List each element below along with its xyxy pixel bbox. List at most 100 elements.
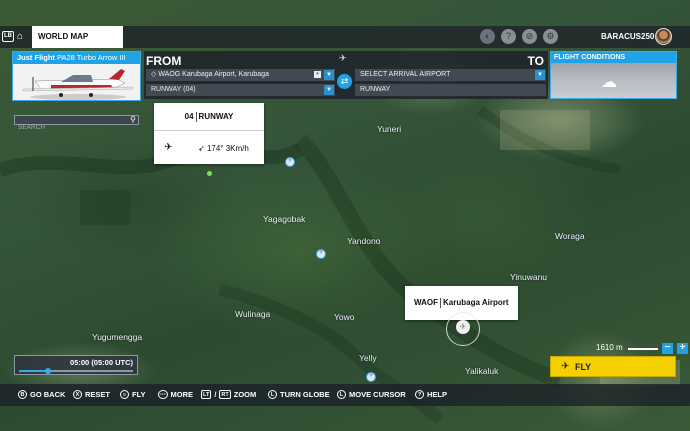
gear-icon[interactable]: ⚙ xyxy=(543,29,558,44)
hint-more[interactable]: ⋯ MORE xyxy=(158,390,193,399)
hint-help[interactable]: ? HELP xyxy=(415,390,447,399)
hint-label: FLY xyxy=(132,390,146,399)
place-label-yelly: Yelly xyxy=(359,353,377,363)
help-button-icon: ? xyxy=(415,390,424,399)
runway-title: 04 RUNWAY xyxy=(154,103,264,131)
map-cursor[interactable]: ✈ xyxy=(446,312,480,346)
hint-go-back[interactable]: B GO BACK xyxy=(18,390,65,399)
plane-icon: ✈ xyxy=(561,361,570,372)
fly-button[interactable]: ✈ FLY xyxy=(550,356,676,377)
hint-label: RESET xyxy=(85,390,111,399)
chevron-down-icon[interactable]: ▼ xyxy=(324,70,334,80)
cancel-icon[interactable]: ⊘ xyxy=(522,29,537,44)
departure-marker-icon xyxy=(207,171,212,176)
departure-airport-select[interactable]: ◇ WAOG Karubaga Airport, Karubaga ★ ▼ xyxy=(146,69,335,81)
runway-number: 04 xyxy=(184,112,194,121)
top-icons: ◐ ? ⊘ ⚙ xyxy=(480,29,558,45)
hint-turn-globe[interactable]: L TURN GLOBE xyxy=(268,390,330,399)
hint-fly[interactable]: ≡ FLY xyxy=(120,390,145,399)
hint-label: ZOOM xyxy=(233,390,257,399)
from-label: FROM xyxy=(146,54,182,68)
arrival-airport-select[interactable]: SELECT ARRIVAL AIRPORT ▼ xyxy=(355,69,546,81)
rt-trigger-icon: RT xyxy=(219,390,231,399)
left-stick-icon: L xyxy=(337,390,346,399)
search-icon[interactable]: ⚲ xyxy=(130,115,136,124)
place-label-yuneri: Yuneri xyxy=(377,124,402,134)
time-slider[interactable] xyxy=(19,368,133,374)
airport-pin-icon[interactable]: ✈ xyxy=(285,157,295,167)
view-button-icon: ⋯ xyxy=(158,390,168,399)
plane-icon: ✈ xyxy=(339,53,347,63)
place-label-yalikaluk: Yalikaluk xyxy=(465,366,499,376)
runway-label: RUNWAY xyxy=(198,112,234,121)
airport-pin-icon[interactable]: ✈ xyxy=(366,372,376,382)
flight-conditions-title: FLIGHT CONDITIONS xyxy=(551,52,676,63)
fly-button-label: FLY xyxy=(575,362,592,372)
departure-runway-select[interactable]: RUNWAY (04) ▼ xyxy=(146,84,335,96)
help-icon[interactable]: ? xyxy=(501,29,516,44)
flight-conditions-card[interactable]: FLIGHT CONDITIONS ☁ xyxy=(550,51,677,99)
b-button-icon: B xyxy=(18,390,27,399)
lt-trigger-icon: LT xyxy=(201,390,212,399)
globe-icon[interactable]: ◐ xyxy=(480,29,495,44)
place-label-yowo: Yowo xyxy=(334,312,355,322)
airport-cursor-icon: ✈ xyxy=(456,320,470,334)
hint-slash: / xyxy=(214,390,217,399)
hint-reset[interactable]: X RESET xyxy=(73,390,110,399)
search-box[interactable]: ⚲ xyxy=(14,115,139,132)
place-label-yinuwanu: Yinuwanu xyxy=(510,272,548,282)
hint-zoom[interactable]: LT / RT ZOOM xyxy=(201,390,256,399)
hint-label: HELP xyxy=(427,390,448,399)
aircraft-title: Just Flight PA28 Turbo Arrow III xyxy=(13,52,140,64)
time-panel[interactable]: 05:00 (05:00 UTC) xyxy=(14,355,138,375)
map-scale-bar xyxy=(628,348,658,350)
aircraft-image-icon xyxy=(22,69,134,100)
wind-readout: ➶ 174° 3Km/h xyxy=(198,144,249,153)
zoom-in-button[interactable]: + xyxy=(677,343,688,354)
airport-pin-icon[interactable]: ✈ xyxy=(316,249,326,259)
place-label-wulinaga: Wulinaga xyxy=(235,309,271,319)
menu-button-icon: ≡ xyxy=(120,390,129,399)
place-label-yagagobak: Yagagobak xyxy=(263,214,306,224)
wind-value: 174° 3Km/h xyxy=(206,144,249,153)
hint-move-cursor[interactable]: L MOVE CURSOR xyxy=(337,390,406,399)
zoom-out-button[interactable]: − xyxy=(662,343,673,354)
route-panel: FROM ✈ TO ◇ WAOG Karubaga Airport, Karub… xyxy=(144,51,548,99)
lb-button-icon[interactable]: LB xyxy=(2,31,14,42)
place-label-woraga: Woraga xyxy=(555,231,585,241)
place-label-yugumengga: Yugumengga xyxy=(92,332,143,342)
arrival-runway-value: RUNWAY xyxy=(360,86,391,93)
arrival-runway-select[interactable]: RUNWAY xyxy=(355,84,546,96)
hint-label: MORE xyxy=(170,390,194,399)
takeoff-plane-icon: ✈ xyxy=(164,142,173,153)
map-scale-label: 1610 m xyxy=(596,343,623,352)
avatar[interactable] xyxy=(655,28,672,45)
hint-label: GO BACK xyxy=(30,390,66,399)
airport-name: Karubaga Airport xyxy=(443,298,509,307)
time-slider-fill xyxy=(19,370,48,372)
runway-wind-row: ✈ ➶ 174° 3Km/h xyxy=(154,132,264,164)
username: BARACUS250 xyxy=(601,32,655,41)
airport-icao: WAOF xyxy=(414,298,438,307)
chevron-down-icon[interactable]: ▼ xyxy=(324,85,334,95)
top-bar: LB ⌂ WORLD MAP ◐ ? ⊘ ⚙ BARACUS250 xyxy=(0,26,690,48)
x-button-icon: X xyxy=(73,390,82,399)
favorite-icon[interactable]: ★ xyxy=(314,71,321,78)
aircraft-model: PA28 Turbo Arrow III xyxy=(57,53,126,62)
controller-hint-bar: B GO BACK X RESET ≡ FLY ⋯ MORE LT / RT Z… xyxy=(0,384,690,406)
swap-route-button[interactable]: ⇄ xyxy=(337,74,352,89)
departure-airport-value: WAOG Karubaga Airport, Karubaga xyxy=(158,71,269,78)
place-label-yandono: Yandono xyxy=(347,236,381,246)
aircraft-card[interactable]: Just Flight PA28 Turbo Arrow III xyxy=(12,51,141,101)
left-stick-icon: L xyxy=(268,390,277,399)
search-input[interactable] xyxy=(15,123,125,132)
cloud-icon: ☁ xyxy=(601,74,617,91)
time-slider-thumb[interactable] xyxy=(44,368,51,374)
chevron-down-icon[interactable]: ▼ xyxy=(535,70,545,80)
hint-label: MOVE CURSOR xyxy=(349,390,406,399)
tab-world-map[interactable]: WORLD MAP xyxy=(32,26,123,48)
aircraft-brand: Just Flight xyxy=(17,53,55,62)
home-icon[interactable]: ⌂ xyxy=(17,31,23,42)
runway-info-card: 04 RUNWAY ✈ ➶ 174° 3Km/h xyxy=(154,103,264,164)
to-label: TO xyxy=(527,54,544,68)
